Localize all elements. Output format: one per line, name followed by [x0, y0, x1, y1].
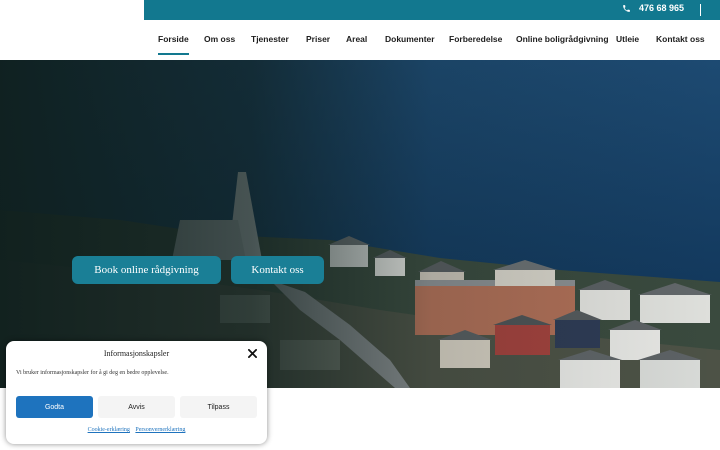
nav-item-utleie[interactable]: Utleie	[616, 34, 639, 44]
deny-button[interactable]: Avvis	[98, 396, 175, 418]
topbar-divider	[700, 4, 701, 16]
nav-item-online-boligradgivning[interactable]: Online boligrådgivning	[516, 34, 609, 44]
phone-icon	[623, 4, 630, 12]
top-bar: 476 68 965	[144, 0, 720, 20]
cookie-dialog: Informasjonskapsler Vi bruker informasjo…	[6, 341, 267, 444]
customize-button[interactable]: Tilpass	[180, 396, 257, 418]
nav-item-areal[interactable]: Areal	[346, 34, 367, 44]
phone-link[interactable]: 476 68 965	[622, 3, 684, 13]
nav-item-kontakt-oss[interactable]: Kontakt oss	[656, 34, 705, 44]
main-nav: Forside Om oss Tjenester Priser Areal Do…	[144, 20, 720, 60]
nav-item-dokumenter[interactable]: Dokumenter	[385, 34, 435, 44]
cookie-text: Vi bruker informasjonskapsler for å gi d…	[16, 370, 169, 376]
nav-item-priser[interactable]: Priser	[306, 34, 330, 44]
phone-number: 476 68 965	[638, 3, 684, 13]
close-icon[interactable]	[248, 349, 257, 358]
nav-item-om-oss[interactable]: Om oss	[204, 34, 235, 44]
accept-button[interactable]: Godta	[16, 396, 93, 418]
nav-item-forberedelse[interactable]: Forberedelse	[449, 34, 502, 44]
privacy-policy-link[interactable]: Personvernerklæring	[135, 427, 185, 433]
logo-area	[0, 0, 144, 60]
cookie-policy-link[interactable]: Cookie-erklæring	[88, 427, 130, 433]
nav-item-tjenester[interactable]: Tjenester	[251, 34, 289, 44]
nav-item-forside[interactable]: Forside	[158, 34, 189, 55]
hero-image	[0, 60, 720, 388]
cookie-links: Cookie-erklæring Personvernerklæring	[6, 427, 267, 433]
cookie-title: Informasjonskapsler	[103, 349, 170, 358]
book-online-button[interactable]: Book online rådgivning	[72, 256, 221, 284]
contact-button[interactable]: Kontakt oss	[231, 256, 324, 284]
hero-section	[0, 60, 720, 388]
